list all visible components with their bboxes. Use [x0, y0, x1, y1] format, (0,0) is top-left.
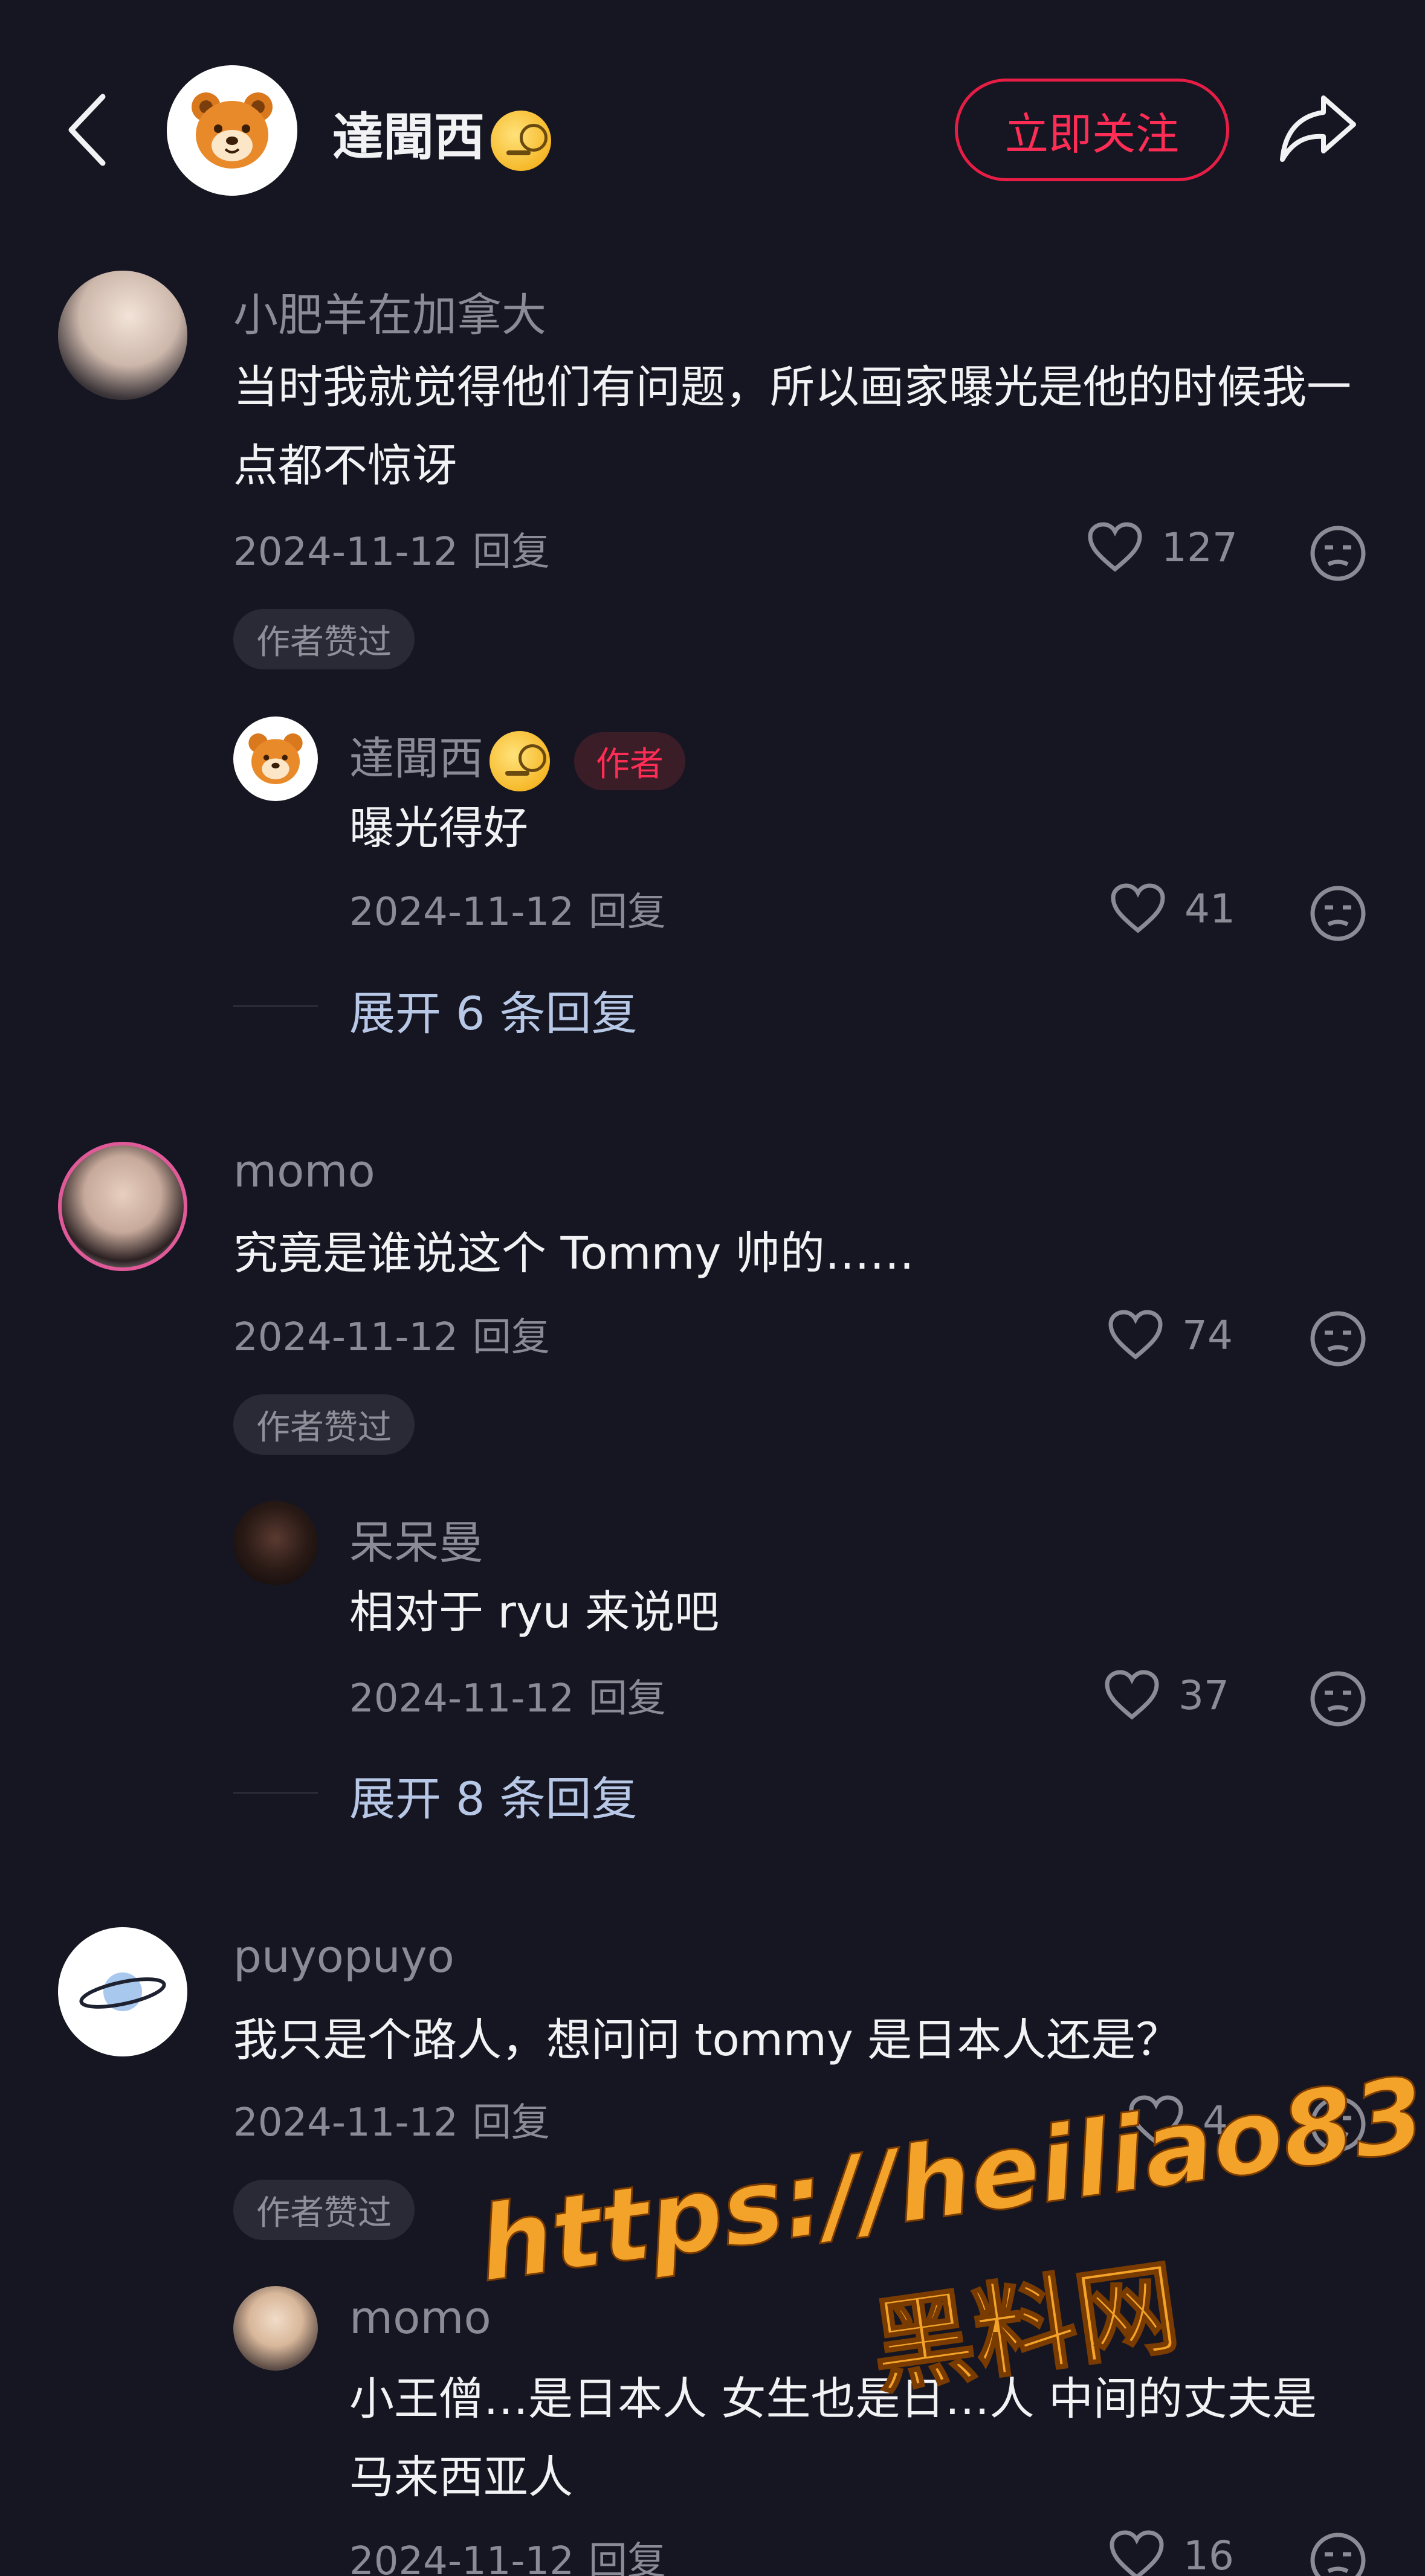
user-avatar[interactable] — [58, 1927, 187, 2056]
author-name-text: 達聞西 — [332, 108, 485, 167]
reply-username[interactable]: 呆呆曼 — [349, 1507, 483, 1571]
heart-icon — [1088, 522, 1142, 572]
dislike-face-icon[interactable] — [1309, 884, 1367, 942]
heart-icon — [1111, 883, 1165, 933]
heart-icon — [1108, 1310, 1163, 1360]
bear-avatar-icon — [192, 92, 273, 169]
like-count: 74 — [1182, 1312, 1233, 1359]
dislike-face-icon[interactable] — [1309, 1670, 1367, 1728]
reply-meta: 2024-11-12 回复 — [349, 1667, 666, 1723]
reply-button[interactable]: 回复 — [589, 890, 666, 935]
monocle-emoji-icon — [490, 731, 550, 792]
comment-meta: 2024-11-12 回复 — [233, 1306, 550, 1362]
top-bar: 達聞西 立即关注 — [0, 0, 1425, 254]
like-button[interactable]: 74 — [1107, 1310, 1233, 1360]
share-icon[interactable] — [1276, 89, 1361, 168]
comment-meta: 2024-11-12 回复 — [233, 521, 550, 576]
reply-username[interactable]: momo — [349, 2292, 491, 2344]
comment-text: 究竟是谁说这个 Tommy 帅的…… — [233, 1228, 914, 1280]
like-count: 16 — [1183, 2532, 1234, 2576]
author-name[interactable]: 達聞西 — [332, 97, 552, 172]
reply-avatar[interactable] — [233, 1501, 318, 1585]
comment-date: 2024-11-12 — [233, 1315, 458, 1360]
like-button[interactable]: 16 — [1108, 2530, 1234, 2576]
comment-date: 2024-11-12 — [233, 2101, 458, 2145]
reply-date: 2024-11-12 — [349, 890, 574, 935]
dislike-face-icon[interactable] — [1309, 2095, 1367, 2153]
comment-username[interactable]: 小肥羊在加拿大 — [233, 279, 546, 344]
heart-icon — [1110, 2530, 1164, 2576]
author-avatar[interactable] — [167, 65, 297, 196]
like-count: 4 — [1203, 2097, 1228, 2144]
like-count: 41 — [1184, 885, 1235, 932]
like-count: 37 — [1178, 1672, 1229, 1719]
expand-replies-button[interactable]: 展开 8 条回复 — [349, 1762, 638, 1828]
reply-text: 小王僧…是日本人 女生也是日…人 中间的丈夫是马来西亚人 — [349, 2373, 1317, 2504]
reply-avatar[interactable] — [233, 716, 318, 801]
back-arrow-icon[interactable] — [60, 91, 115, 169]
reply-button[interactable]: 回复 — [473, 530, 550, 575]
like-button[interactable]: 37 — [1103, 1670, 1229, 1721]
reply-button[interactable]: 回复 — [473, 2101, 550, 2145]
expand-divider — [233, 1005, 318, 1007]
dislike-face-icon[interactable] — [1309, 524, 1367, 582]
follow-button[interactable]: 立即关注 — [955, 79, 1229, 181]
user-avatar[interactable] — [58, 1142, 187, 1271]
heart-icon — [1105, 1670, 1159, 1720]
user-avatar[interactable] — [58, 271, 187, 400]
reply-text: 曝光得好 — [349, 802, 528, 854]
comment-text: 当时我就觉得他们有问题，所以画家曝光是他的时候我一点都不惊讶 — [233, 361, 1351, 492]
reply-button[interactable]: 回复 — [473, 1315, 550, 1360]
heart-icon — [1129, 2095, 1183, 2145]
reply-meta: 2024-11-12 回复 — [349, 2530, 666, 2576]
comment-meta: 2024-11-12 回复 — [233, 2091, 550, 2147]
comment-username[interactable]: puyopuyo — [233, 1931, 454, 1983]
watermark-url: https://heiliao83.com — [471, 2015, 1425, 2307]
author-liked-badge: 作者赞过 — [233, 1394, 415, 1455]
like-button[interactable]: 41 — [1110, 883, 1235, 934]
reply-date: 2024-11-12 — [349, 1676, 574, 1721]
comment-date: 2024-11-12 — [233, 530, 458, 575]
reply-meta: 2024-11-12 回复 — [349, 881, 666, 936]
author-badge: 作者 — [574, 732, 685, 791]
like-button[interactable]: 127 — [1087, 522, 1238, 573]
comment-username[interactable]: momo — [233, 1145, 375, 1197]
author-liked-badge: 作者赞过 — [233, 609, 415, 669]
comment-text: 我只是个路人，想问问 tommy 是日本人还是？ — [233, 2014, 1181, 2066]
expand-replies-button[interactable]: 展开 6 条回复 — [349, 976, 638, 1043]
reply-username-text: 達聞西 — [349, 733, 483, 785]
like-button[interactable]: 4 — [1128, 2095, 1228, 2146]
reply-username[interactable]: 達聞西 作者 — [349, 723, 685, 792]
planet-icon — [79, 1972, 166, 2011]
dislike-face-icon[interactable] — [1309, 2531, 1367, 2576]
reply-button[interactable]: 回复 — [589, 2539, 666, 2576]
reply-date: 2024-11-12 — [349, 2539, 574, 2576]
reply-text: 相对于 ryu 来说吧 — [349, 1586, 720, 1638]
reply-button[interactable]: 回复 — [589, 1676, 666, 1721]
bear-avatar-icon — [248, 733, 303, 784]
dislike-face-icon[interactable] — [1309, 1310, 1367, 1368]
monocle-emoji-icon — [491, 111, 552, 172]
expand-divider — [233, 1792, 318, 1794]
like-count: 127 — [1162, 524, 1238, 571]
reply-avatar[interactable] — [233, 2286, 318, 2371]
author-liked-badge: 作者赞过 — [233, 2180, 415, 2240]
